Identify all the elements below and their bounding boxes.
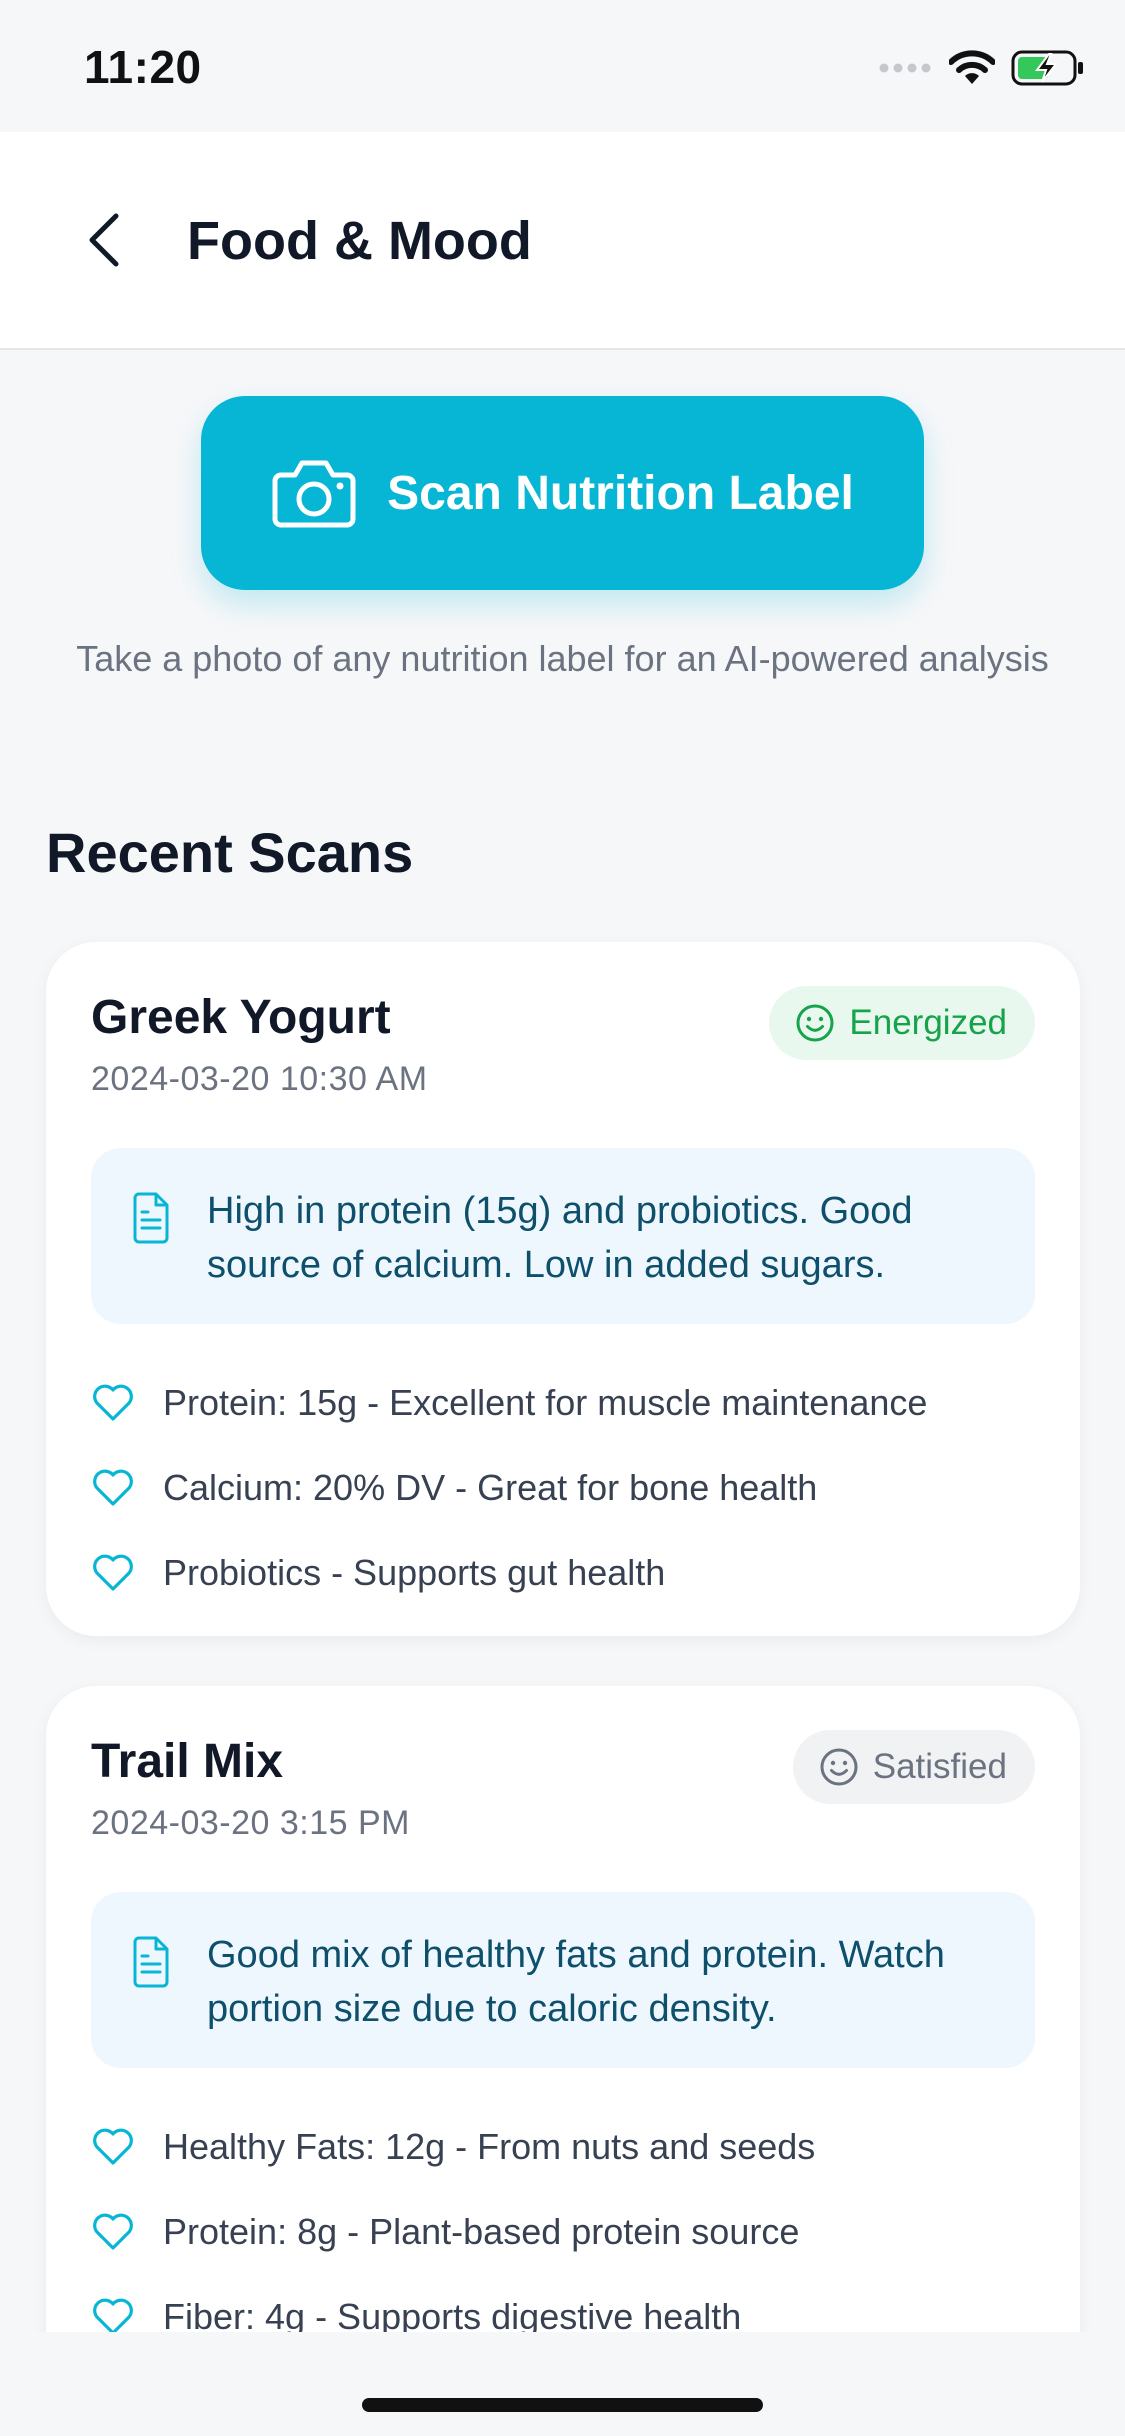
heart-icon xyxy=(93,1469,133,1506)
scan-button-label: Scan Nutrition Label xyxy=(387,466,854,520)
analysis-text: Good mix of healthy fats and protein. Wa… xyxy=(207,1934,945,2030)
scan-timestamp: 2024-03-20 3:15 PM xyxy=(91,1804,410,1842)
benefit-item: Calcium: 20% DV - Great for bone health xyxy=(91,1445,1035,1530)
mood-label: Satisfied xyxy=(872,1747,1007,1786)
benefit-item: Probiotics - Supports gut health xyxy=(91,1530,1035,1615)
status-bar: 11:20 xyxy=(0,0,1125,132)
back-button[interactable] xyxy=(74,200,134,280)
benefit-item: Healthy Fats: 12g - From nuts and seeds xyxy=(91,2104,1035,2189)
scan-card[interactable]: Trail Mix 2024-03-20 3:15 PM Satisfied G… xyxy=(46,1686,1080,2436)
mood-label: Energized xyxy=(849,1003,1007,1042)
food-name: Greek Yogurt xyxy=(91,991,391,1044)
scan-card[interactable]: Greek Yogurt 2024-03-20 10:30 AM Energiz… xyxy=(46,942,1080,1636)
camera-icon xyxy=(272,460,356,528)
smile-icon xyxy=(796,1004,834,1042)
mood-badge: Energized xyxy=(769,986,1035,1060)
benefit-text: Protein: 8g - Plant-based protein source xyxy=(163,2210,800,2252)
home-indicator[interactable] xyxy=(362,2398,763,2412)
benefit-item: Protein: 8g - Plant-based protein source xyxy=(91,2189,1035,2274)
heart-icon xyxy=(93,1554,133,1591)
benefit-text: Probiotics - Supports gut health xyxy=(163,1551,666,1593)
status-icons xyxy=(879,46,1085,90)
battery-charging-icon xyxy=(1011,50,1083,86)
scan-caption: Take a photo of any nutrition label for … xyxy=(76,638,1049,679)
cellular-signal-icon xyxy=(879,63,931,73)
mood-badge: Satisfied xyxy=(792,1730,1035,1804)
section-title-recent-scans: Recent Scans xyxy=(46,821,414,884)
top-navigation-bar: Food & Mood xyxy=(0,132,1125,350)
heart-icon xyxy=(93,2128,133,2165)
document-icon xyxy=(133,1192,169,1244)
wifi-icon xyxy=(949,50,995,84)
heart-icon xyxy=(93,2213,133,2250)
benefit-text: Protein: 15g - Excellent for muscle main… xyxy=(163,1381,928,1423)
chevron-left-icon xyxy=(89,213,119,267)
scan-nutrition-label-button[interactable]: Scan Nutrition Label xyxy=(201,396,924,590)
scan-timestamp: 2024-03-20 10:30 AM xyxy=(91,1060,428,1098)
heart-icon xyxy=(93,1384,133,1421)
smile-icon xyxy=(820,1748,858,1786)
food-name: Trail Mix xyxy=(91,1735,284,1788)
benefit-item: Protein: 15g - Excellent for muscle main… xyxy=(91,1360,1035,1445)
status-time: 11:20 xyxy=(84,41,202,93)
benefit-text: Calcium: 20% DV - Great for bone health xyxy=(163,1466,818,1508)
analysis-summary: Good mix of healthy fats and protein. Wa… xyxy=(91,1892,1035,2068)
benefit-text: Healthy Fats: 12g - From nuts and seeds xyxy=(163,2125,816,2167)
heart-icon xyxy=(93,2298,133,2335)
document-icon xyxy=(133,1936,169,1988)
home-indicator-area xyxy=(0,2332,1125,2436)
analysis-text: High in protein (15g) and probiotics. Go… xyxy=(207,1190,913,1286)
benefits-list: Protein: 15g - Excellent for muscle main… xyxy=(91,1360,1035,1615)
page-title: Food & Mood xyxy=(187,211,532,271)
analysis-summary: High in protein (15g) and probiotics. Go… xyxy=(91,1148,1035,1324)
benefits-list: Healthy Fats: 12g - From nuts and seeds … xyxy=(91,2104,1035,2359)
